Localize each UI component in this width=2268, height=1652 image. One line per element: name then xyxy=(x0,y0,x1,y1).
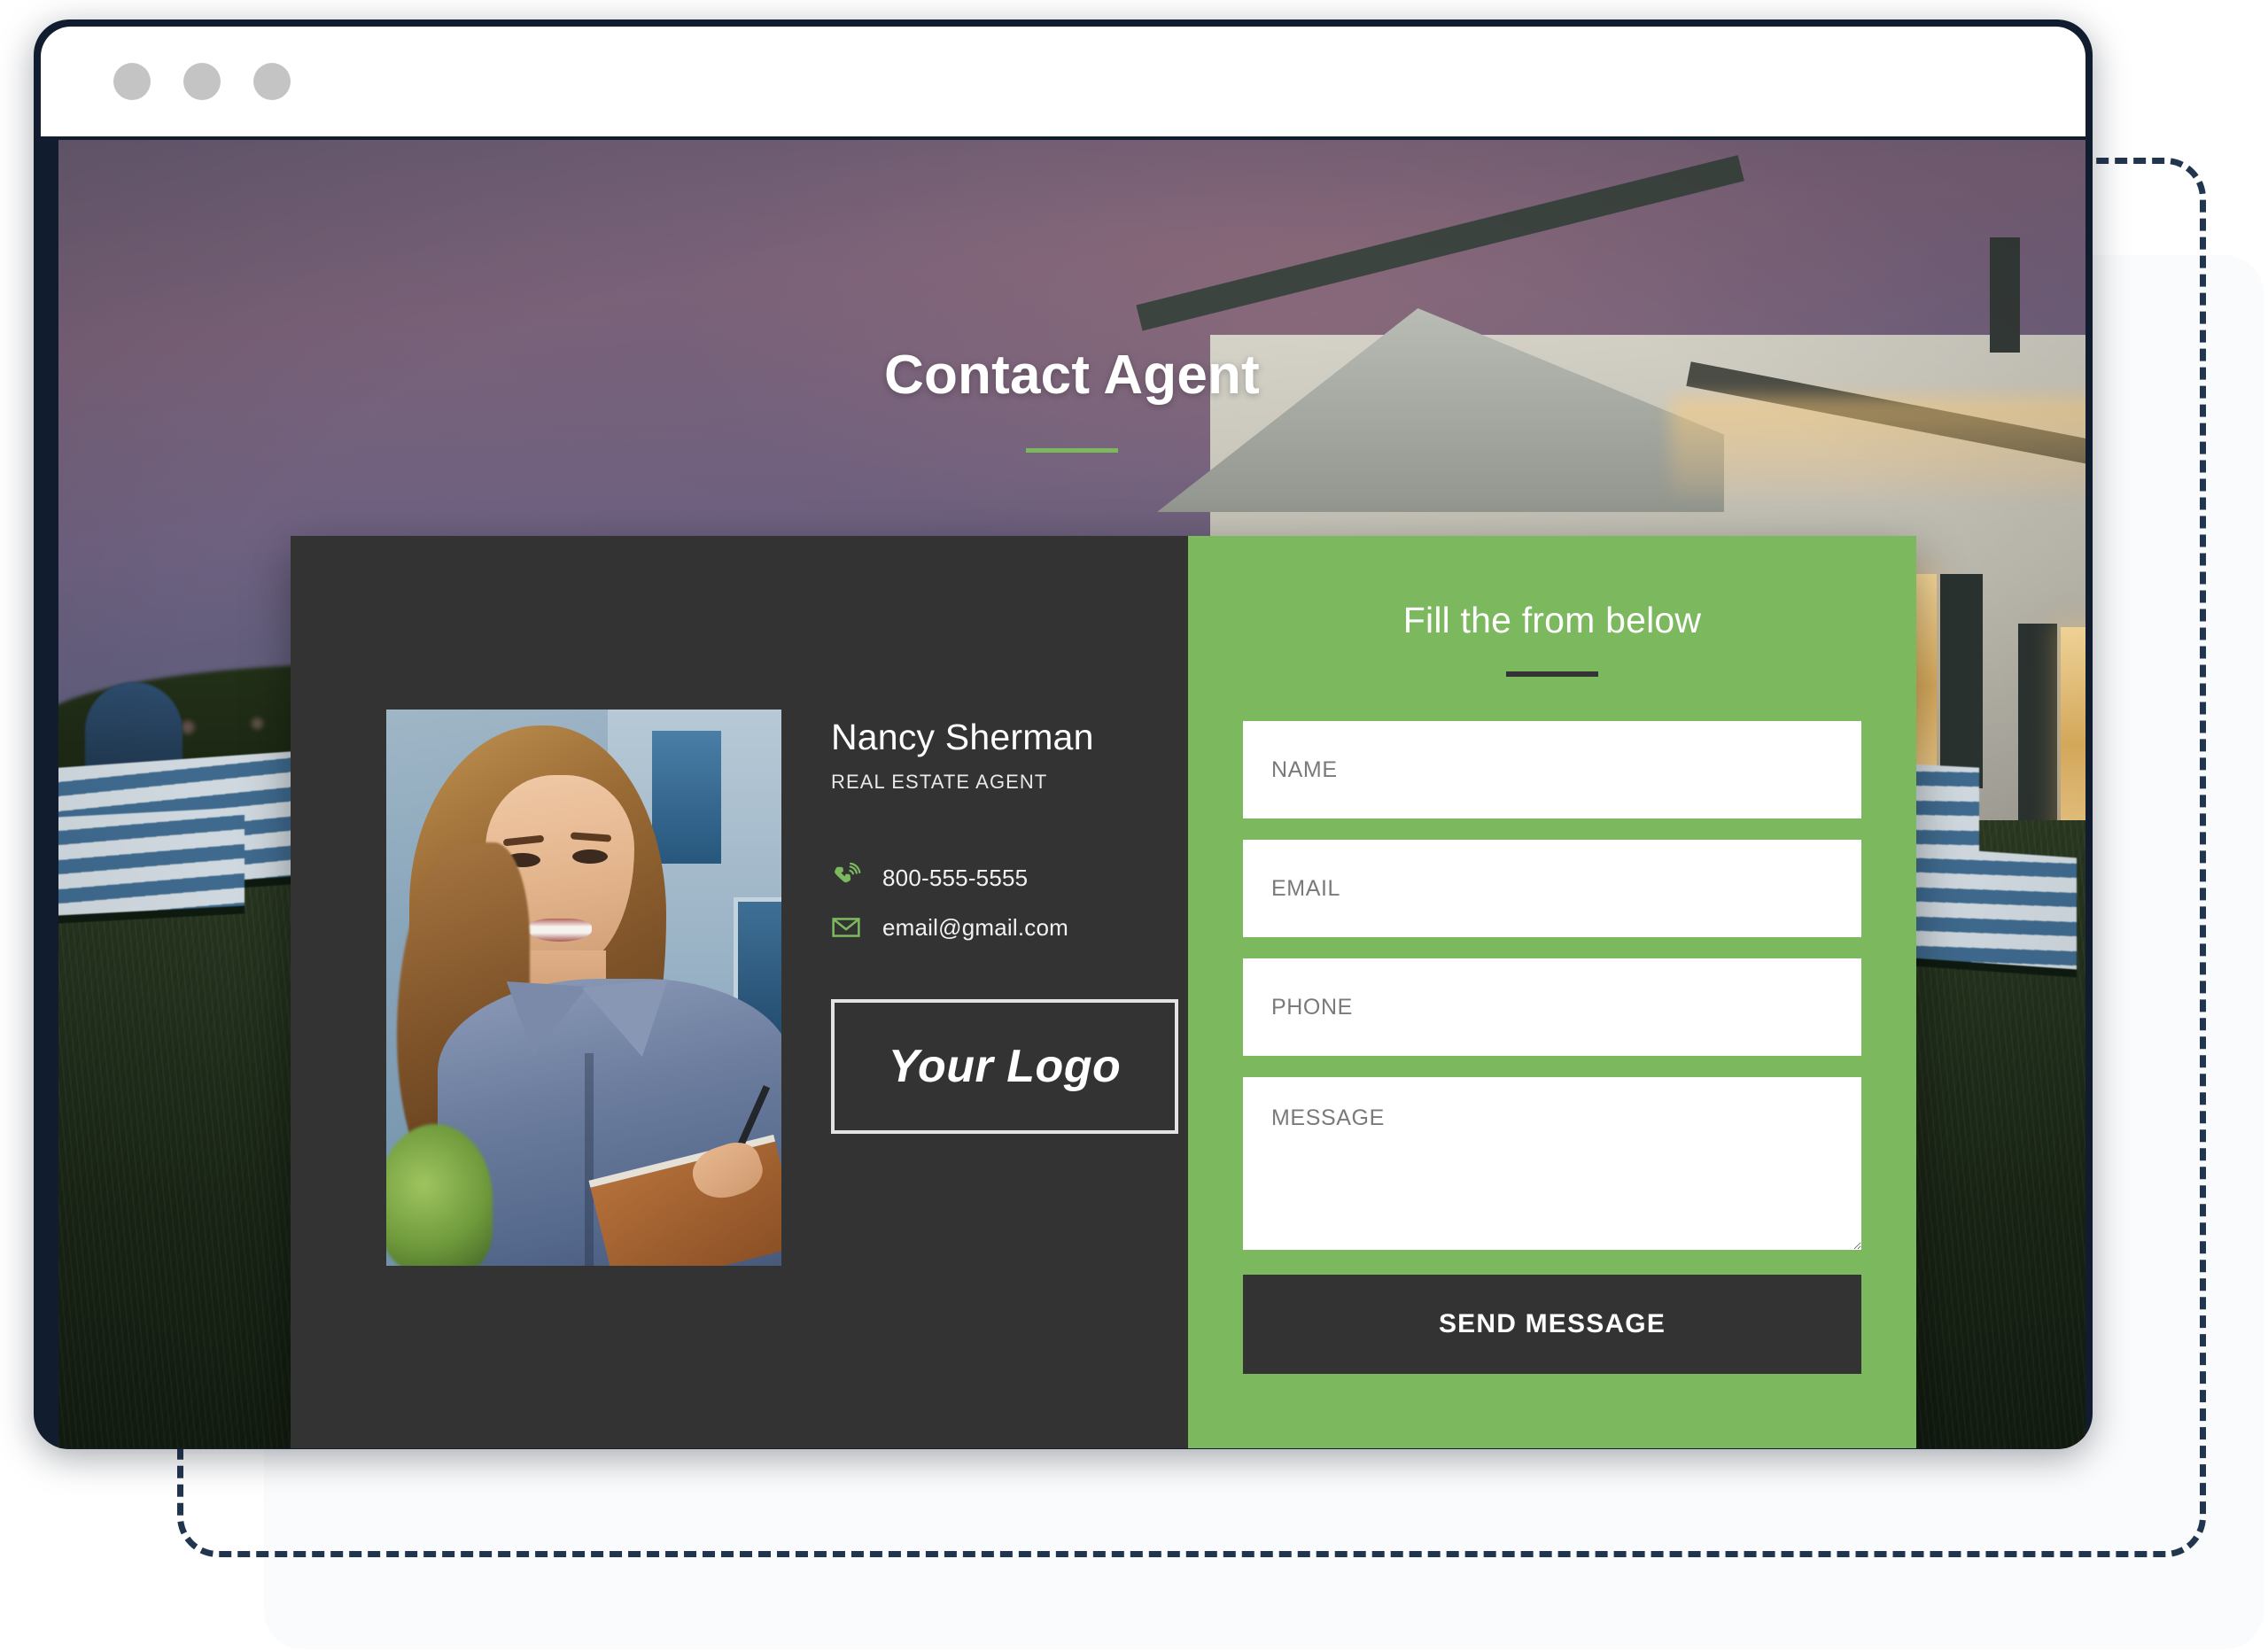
portrait-eye-right xyxy=(572,849,608,864)
browser-viewport: Contact Agent Nancy Sherman REAL ESTATE … xyxy=(58,140,2085,1448)
agent-name: Nancy Sherman xyxy=(831,717,1094,757)
agent-email-row[interactable]: email@gmail.com xyxy=(831,912,1178,942)
portrait-smile xyxy=(528,919,592,942)
logo-placeholder-box[interactable]: Your Logo xyxy=(831,999,1178,1134)
agent-email-text: email@gmail.com xyxy=(882,913,1068,941)
window-close-dot[interactable] xyxy=(113,63,151,100)
agent-photo xyxy=(386,710,781,1266)
contact-form-panel: Fill the from below SEND MESSAGE xyxy=(1188,536,1916,1448)
envelope-icon xyxy=(831,912,861,942)
name-input[interactable] xyxy=(1243,721,1861,818)
phone-input[interactable] xyxy=(1243,958,1861,1056)
form-heading: Fill the from below xyxy=(1402,600,1702,640)
window-minimize-dot[interactable] xyxy=(183,63,221,100)
phone-ringing-icon xyxy=(831,862,861,893)
browser-window: Contact Agent Nancy Sherman REAL ESTATE … xyxy=(34,19,2093,1449)
agent-role: REAL ESTATE AGENT xyxy=(831,771,1048,793)
message-textarea[interactable] xyxy=(1243,1077,1861,1250)
portrait-shirt-placket xyxy=(585,1053,594,1266)
photo-background-window-1 xyxy=(652,731,721,864)
agent-info: Nancy Sherman REAL ESTATE AGENT 800-555-… xyxy=(831,710,1178,1134)
form-heading-underline xyxy=(1506,671,1598,677)
logo-text: Your Logo xyxy=(888,1041,1122,1092)
page-title: Contact Agent xyxy=(884,345,1260,406)
page-title-underline xyxy=(1026,448,1118,453)
agent-phone-text: 800-555-5555 xyxy=(882,864,1029,891)
contact-form: SEND MESSAGE xyxy=(1243,721,1861,1374)
contact-agent-card: Nancy Sherman REAL ESTATE AGENT 800-555-… xyxy=(291,536,1916,1448)
agent-phone-row[interactable]: 800-555-5555 xyxy=(831,862,1178,893)
send-message-button[interactable]: SEND MESSAGE xyxy=(1243,1275,1861,1374)
screenshot-stage: Contact Agent Nancy Sherman REAL ESTATE … xyxy=(0,0,2268,1652)
browser-titlebar xyxy=(41,27,2085,136)
window-maximize-dot[interactable] xyxy=(253,63,291,100)
agent-contact-list: 800-555-5555 email@gmail.com xyxy=(831,862,1178,942)
agent-details-panel: Nancy Sherman REAL ESTATE AGENT 800-555-… xyxy=(291,536,1188,1448)
email-input[interactable] xyxy=(1243,840,1861,937)
